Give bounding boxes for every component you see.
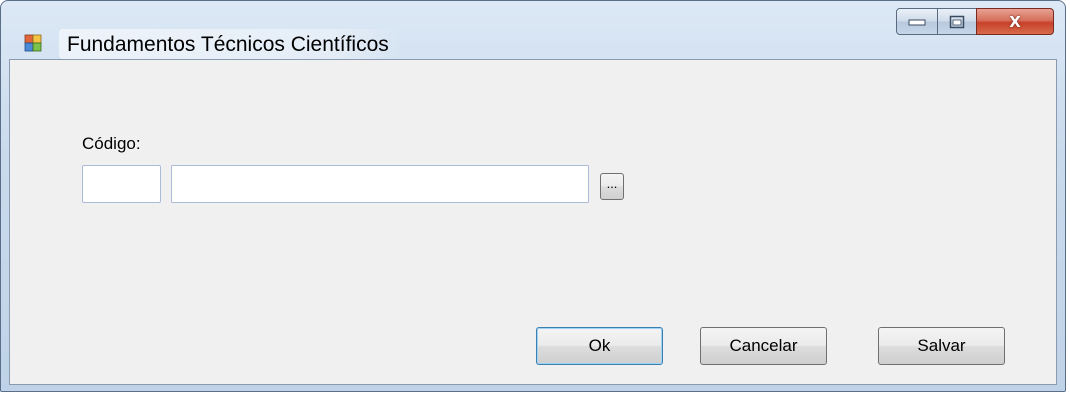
minimize-button[interactable] — [896, 8, 938, 35]
client-area: Código: ... Ok Cancelar Salvar — [9, 59, 1057, 385]
salvar-button[interactable]: Salvar — [878, 327, 1005, 365]
maximize-button[interactable] — [937, 8, 977, 35]
app-form-icon[interactable] — [24, 34, 42, 52]
dialog-window: Fundamentos Técnicos Científicos X Códig… — [0, 0, 1066, 392]
descricao-input[interactable] — [171, 165, 589, 203]
codigo-label: Código: — [82, 134, 141, 153]
cancelar-button[interactable]: Cancelar — [700, 327, 827, 365]
close-icon: X — [1009, 12, 1021, 31]
minimize-icon — [908, 19, 926, 25]
codigo-input[interactable] — [82, 165, 161, 203]
title-bar[interactable]: Fundamentos Técnicos Científicos X — [1, 1, 1065, 59]
lookup-button[interactable]: ... — [600, 173, 624, 200]
window-title: Fundamentos Técnicos Científicos — [59, 29, 401, 59]
close-button[interactable]: X — [976, 8, 1054, 35]
ok-button[interactable]: Ok — [536, 327, 663, 365]
maximize-icon — [949, 15, 965, 28]
